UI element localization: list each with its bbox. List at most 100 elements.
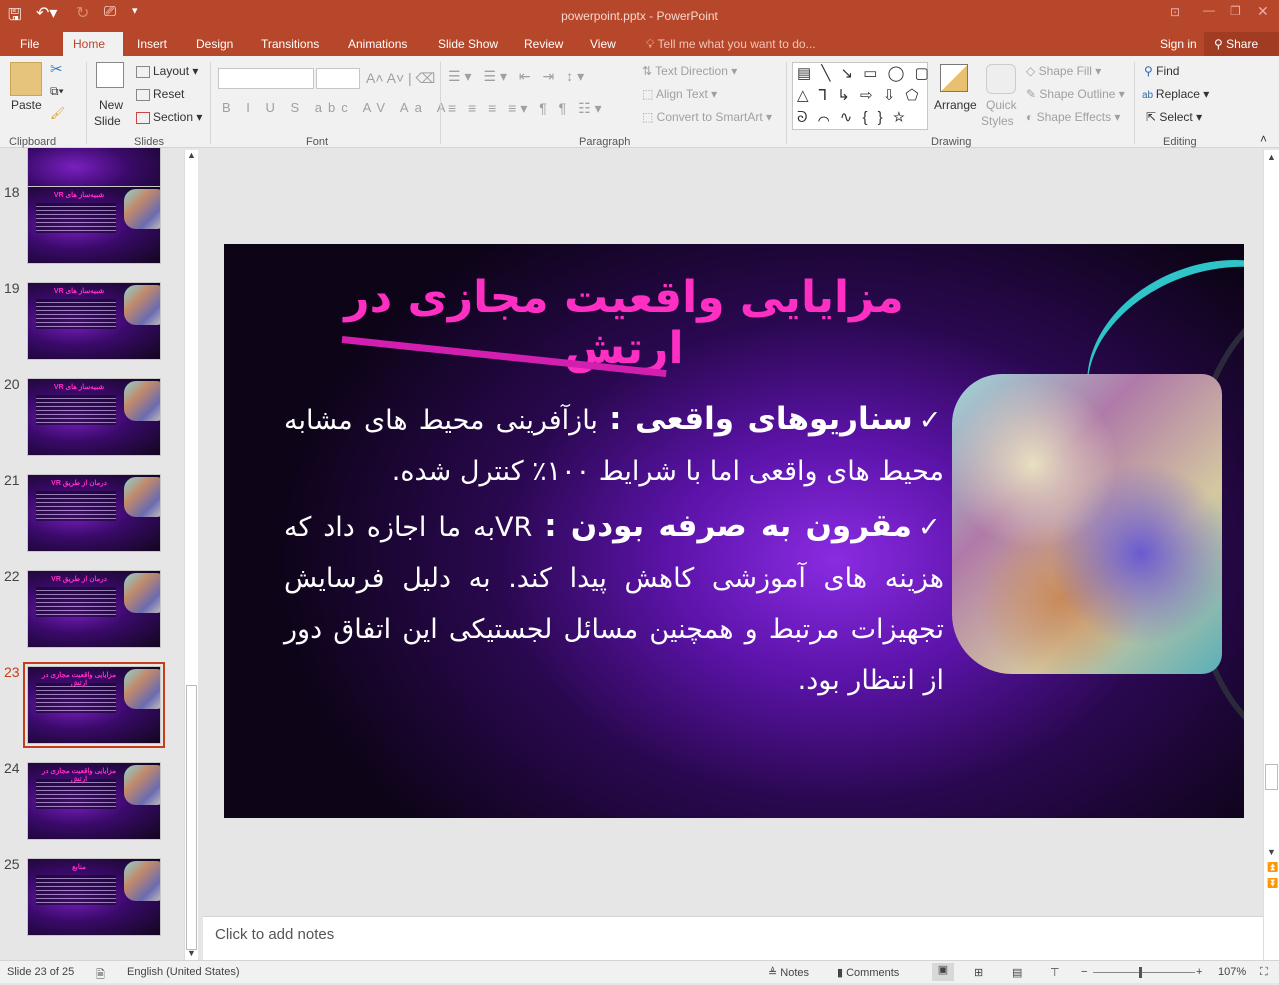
font-format-buttons[interactable]: B I U S abc AV Aa A xyxy=(222,100,451,115)
text-direction-button[interactable]: ⇅ Text Direction ▾ xyxy=(642,64,737,78)
drawing-group-label: Drawing xyxy=(931,136,972,148)
comments-button[interactable]: ▮ Comments xyxy=(837,966,899,979)
shape-fill-button[interactable]: ◇ Shape Fill ▾ xyxy=(1026,64,1101,78)
scroll-down-icon[interactable]: ▼ xyxy=(187,948,196,958)
font-name-input[interactable] xyxy=(218,68,314,89)
zoom-in-button[interactable]: + xyxy=(1196,966,1202,978)
select-button[interactable]: ⇱ Select ▾ xyxy=(1146,110,1202,124)
paste-button[interactable]: Paste xyxy=(11,98,42,112)
search-icon: ⚲ xyxy=(1144,64,1157,78)
notes-pane[interactable]: Click to add notes xyxy=(203,916,1263,960)
spell-check-icon[interactable]: 🗎 xyxy=(96,966,105,985)
replace-icon: ab xyxy=(1142,90,1156,101)
layout-icon xyxy=(136,65,150,78)
status-bar: Slide 23 of 25 🗎 English (United States)… xyxy=(0,960,1279,983)
share-button[interactable]: ⚲ Share xyxy=(1204,32,1279,56)
slide-canvas[interactable]: مزایایی واقعیت مجازی در ارتش ✓سناریوهای … xyxy=(224,244,1244,818)
quick-styles-icon xyxy=(986,64,1016,94)
bullet-item: ✓سناریوهای واقعی : بازآفرینی محیط های مش… xyxy=(284,401,944,487)
quick-styles-button[interactable]: Quick xyxy=(986,98,1017,112)
slide-thumbnail[interactable]: شبیه‌ساز های VR xyxy=(27,282,161,360)
scroll-thumb[interactable] xyxy=(1265,764,1278,790)
slide-number: 21 xyxy=(4,472,20,488)
arrange-button[interactable]: Arrange xyxy=(934,98,977,112)
ribbon-options-icon[interactable]: ⊡ xyxy=(1170,5,1180,19)
zoom-level[interactable]: 107% xyxy=(1218,966,1246,978)
lightbulb-icon: 💡︎ xyxy=(646,37,658,51)
normal-view-icon[interactable]: ▣ xyxy=(932,963,954,981)
language-indicator[interactable]: English (United States) xyxy=(127,966,240,978)
zoom-slider[interactable] xyxy=(1093,967,1195,978)
shape-outline-button[interactable]: ✎ Shape Outline ▾ xyxy=(1026,87,1125,101)
tab-animations[interactable]: Animations xyxy=(338,32,417,56)
tab-transitions[interactable]: Transitions xyxy=(251,32,329,56)
collapse-ribbon-icon[interactable]: ˄ xyxy=(1260,132,1267,146)
layout-button[interactable]: Layout ▾ xyxy=(136,64,198,78)
font-size-input[interactable] xyxy=(316,68,360,89)
thumbnail-scrollbar[interactable]: ▲ ▼ xyxy=(184,150,198,960)
font-size-controls[interactable]: A˄ A˅ | ⌫ xyxy=(366,70,435,87)
tab-view[interactable]: View xyxy=(580,32,626,56)
slide-body-text[interactable]: ✓سناریوهای واقعی : بازآفرینی محیط های مش… xyxy=(284,394,944,706)
copy-icon[interactable]: ⧉▾ xyxy=(50,84,64,99)
slide-sorter-icon[interactable]: ⊞ xyxy=(974,966,983,979)
notes-placeholder[interactable]: Click to add notes xyxy=(215,926,334,943)
ribbon-tabs: File Home Insert Design Transitions Anim… xyxy=(0,32,1279,56)
notes-button[interactable]: ≜ Notes xyxy=(768,966,809,979)
slide-thumbnail[interactable]: شبیه‌ساز های VR xyxy=(27,378,161,456)
align-buttons[interactable]: ≡ ≡ ≡ ≡▾ ¶ ¶ ☷▾ xyxy=(448,100,606,117)
slide-thumbnail[interactable]: شبیه‌ساز های VR xyxy=(27,186,161,264)
minimize-button[interactable]: — xyxy=(1203,3,1215,17)
list-buttons[interactable]: ☰▾ ☰▾ ⇤ ⇥ ↕▾ xyxy=(448,68,588,85)
reading-view-icon[interactable]: ▤ xyxy=(1012,966,1022,979)
previous-slide-icon[interactable]: ⏫ xyxy=(1267,862,1278,873)
editing-group-label: Editing xyxy=(1163,136,1197,148)
tab-design[interactable]: Design xyxy=(186,32,243,56)
scroll-down-icon[interactable]: ▼ xyxy=(1267,847,1276,857)
zoom-slider-thumb[interactable] xyxy=(1138,967,1142,978)
paste-icon[interactable] xyxy=(10,62,42,96)
slide-scrollbar[interactable]: ▲ ▼ ⏫ ⏬ xyxy=(1263,150,1279,960)
slide-thumbnail[interactable]: درمان از طریق VR xyxy=(27,474,161,552)
replace-button[interactable]: ab Replace ▾ xyxy=(1142,87,1209,101)
quick-styles-button-label2[interactable]: Styles xyxy=(981,114,1014,128)
slide-thumbnail-selected[interactable]: مزایایی واقعیت مجازی در ارتش xyxy=(23,662,165,748)
tab-insert[interactable]: Insert xyxy=(127,32,177,56)
fit-slide-icon[interactable]: ⛶ xyxy=(1260,966,1268,979)
slide-thumbnail[interactable]: منابع xyxy=(27,858,161,936)
scroll-up-icon[interactable]: ▲ xyxy=(1267,152,1276,162)
cut-icon[interactable]: ✂ xyxy=(50,60,63,78)
align-text-button[interactable]: ⬚ Align Text ▾ xyxy=(642,87,717,101)
slide-title[interactable]: مزایایی واقعیت مجازی در ارتش xyxy=(304,272,944,374)
close-button[interactable]: ✕ xyxy=(1257,3,1269,20)
vr-headset-graphic xyxy=(952,374,1222,674)
person-icon: ⚲ xyxy=(1214,37,1227,51)
cursor-icon: ⇱ xyxy=(1146,110,1160,124)
slide-thumbnail[interactable]: مزایایی واقعیت مجازی در ارتش xyxy=(27,762,161,840)
next-slide-icon[interactable]: ⏬ xyxy=(1267,878,1278,889)
restore-button[interactable]: ❐ xyxy=(1230,4,1241,18)
new-slide-button[interactable]: New xyxy=(99,98,123,112)
zoom-out-button[interactable]: − xyxy=(1081,966,1087,978)
sign-in-link[interactable]: Sign in xyxy=(1150,32,1207,56)
smartart-icon: ⬚ xyxy=(642,110,657,124)
shape-effects-button[interactable]: ◐ Shape Effects ▾ xyxy=(1026,110,1120,124)
slide-number: 25 xyxy=(4,856,20,872)
find-button[interactable]: ⚲ Find xyxy=(1144,64,1179,78)
shapes-gallery[interactable]: ▤ ╲ ↘ ▭ ◯ ▢ △ ⅂ ↳ ⇨ ⇩ ⬠ ᘐ ⌒ ∿ { } ☆ xyxy=(792,62,929,130)
tab-file[interactable]: File xyxy=(10,32,49,56)
scroll-thumb[interactable] xyxy=(186,685,197,950)
section-button[interactable]: Section ▾ xyxy=(136,110,202,124)
tab-slide-show[interactable]: Slide Show xyxy=(428,32,508,56)
new-slide-button-label2[interactable]: Slide xyxy=(94,114,121,128)
format-painter-icon[interactable]: 🖌︎ xyxy=(50,106,65,120)
tell-me-search[interactable]: 💡︎ Tell me what you want to do... xyxy=(636,32,826,56)
tab-home[interactable]: Home xyxy=(63,32,123,56)
slideshow-view-icon[interactable]: ⊤ xyxy=(1050,966,1060,979)
scroll-up-icon[interactable]: ▲ xyxy=(187,150,196,160)
tab-review[interactable]: Review xyxy=(514,32,573,56)
shape-effects-icon: ◐ xyxy=(1026,110,1037,124)
slide-thumbnail[interactable]: درمان از طریق VR xyxy=(27,570,161,648)
reset-button[interactable]: Reset xyxy=(136,87,184,101)
convert-smartart-button[interactable]: ⬚ Convert to SmartArt ▾ xyxy=(642,110,772,124)
